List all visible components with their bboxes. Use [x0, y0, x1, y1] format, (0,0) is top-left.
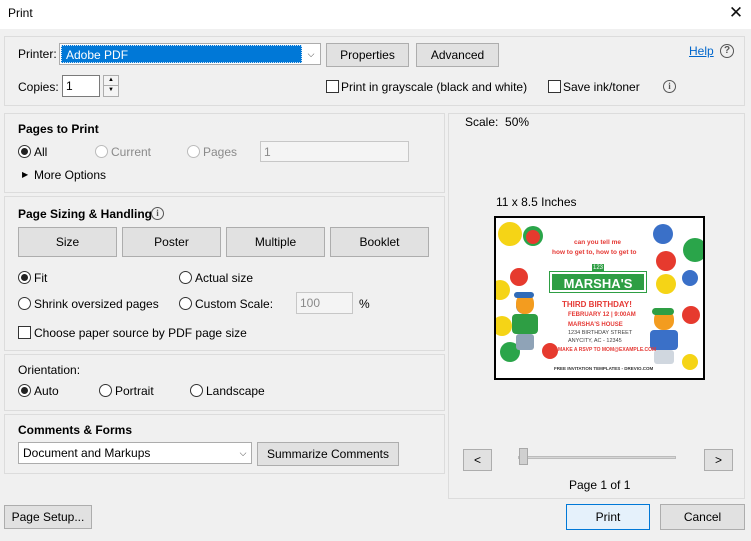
comments-dropdown[interactable]: Document and Markups ⌵	[18, 442, 252, 464]
cancel-button[interactable]: Cancel	[660, 504, 745, 530]
auto-orientation-radio[interactable]	[18, 384, 31, 397]
percent-label: %	[359, 297, 370, 311]
all-pages-radio[interactable]	[18, 145, 31, 158]
actual-size-label: Actual size	[195, 271, 254, 285]
decor-dot	[542, 343, 558, 359]
print-button[interactable]: Print	[566, 504, 650, 530]
previous-page-button[interactable]: <	[463, 449, 492, 471]
page-slider-thumb[interactable]	[519, 448, 528, 465]
shrink-radio[interactable]	[18, 297, 31, 310]
invite-venue: MARSHA'S HOUSE	[568, 322, 623, 328]
decor-dot	[682, 270, 698, 286]
decor-dot	[683, 238, 703, 262]
summarize-comments-button[interactable]: Summarize Comments	[257, 442, 399, 466]
orientation-heading: Orientation:	[18, 363, 81, 377]
decor-dot	[653, 224, 673, 244]
advanced-button[interactable]: Advanced	[416, 43, 499, 67]
invite-address2: ANYCITY, AC - 12345	[568, 338, 622, 344]
printer-label: Printer:	[18, 47, 57, 61]
current-page-radio[interactable]	[95, 145, 108, 158]
character-left-image	[510, 292, 542, 352]
save-ink-checkbox[interactable]	[548, 80, 561, 93]
invite-name: MARSHA'S	[549, 271, 647, 293]
window-title: Print	[8, 6, 33, 20]
paper-source-label: Choose paper source by PDF page size	[34, 326, 247, 340]
save-ink-label: Save ink/toner	[563, 80, 640, 94]
decor-dot	[496, 280, 510, 300]
page-setup-button[interactable]: Page Setup...	[4, 505, 92, 529]
portrait-label: Portrait	[115, 384, 154, 398]
next-page-button[interactable]: >	[704, 449, 733, 471]
comments-heading: Comments & Forms	[18, 423, 133, 437]
invite-address1: 1234 BIRTHDAY STREET	[568, 330, 633, 336]
copies-stepper[interactable]: ▲ ▼	[103, 75, 119, 97]
more-options-label[interactable]: More Options	[34, 168, 106, 182]
decor-dot	[526, 230, 540, 244]
printer-dropdown[interactable]: Adobe PDF ⌵	[59, 43, 321, 65]
page-preview: can you tell me how to get to, how to ge…	[494, 216, 705, 380]
copies-input[interactable]: 1	[62, 75, 100, 97]
pages-radio[interactable]	[187, 145, 200, 158]
expand-triangle-icon[interactable]: ▶	[22, 170, 28, 179]
decor-dot	[656, 251, 676, 271]
fit-label: Fit	[34, 271, 48, 285]
invite-rsvp: MAKE A RSVP TO MOM@EXAMPLE.COM	[558, 347, 657, 353]
help-icon[interactable]: ?	[720, 44, 734, 58]
fit-radio[interactable]	[18, 271, 31, 284]
invite-question-line1: can you tell me	[574, 239, 621, 246]
decor-dot	[498, 222, 522, 246]
grayscale-label: Print in grayscale (black and white)	[341, 80, 528, 94]
custom-scale-input[interactable]: 100	[296, 292, 353, 314]
chevron-down-icon: ⌵	[239, 447, 247, 458]
landscape-label: Landscape	[206, 384, 265, 398]
copies-label: Copies:	[18, 80, 59, 94]
current-page-label: Current	[111, 145, 152, 159]
invite-question-line2: how to get to, how to get to	[552, 249, 637, 256]
scale-readout: Scale: 50%	[465, 115, 530, 129]
pages-range-input[interactable]: 1	[260, 141, 409, 162]
paper-source-checkbox[interactable]	[18, 326, 31, 339]
shrink-label: Shrink oversized pages	[34, 297, 159, 311]
multiple-button[interactable]: Multiple	[226, 227, 325, 257]
booklet-button[interactable]: Booklet	[330, 227, 429, 257]
pages-label: Pages	[203, 145, 238, 159]
decor-dot	[656, 274, 676, 294]
help-link[interactable]: Help	[689, 44, 714, 58]
actual-size-radio[interactable]	[179, 271, 192, 284]
decor-dot	[682, 306, 700, 324]
poster-button[interactable]: Poster	[122, 227, 221, 257]
auto-orientation-label: Auto	[34, 384, 59, 398]
page-slider-track[interactable]	[518, 456, 676, 459]
close-icon[interactable]: ✕	[724, 2, 748, 24]
title-bar	[0, 0, 751, 29]
printer-selected-value: Adobe PDF	[61, 45, 302, 63]
comments-selected-value: Document and Markups	[23, 446, 151, 460]
invite-street-number: 123	[591, 263, 605, 272]
custom-scale-label: Custom Scale:	[195, 297, 274, 311]
portrait-radio[interactable]	[99, 384, 112, 397]
invite-footer: FREE INVITATION TEMPLATES - DREVIO.COM	[554, 366, 654, 371]
landscape-radio[interactable]	[190, 384, 203, 397]
decor-dot	[682, 354, 698, 370]
grayscale-checkbox[interactable]	[326, 80, 339, 93]
invite-occasion: THIRD BIRTHDAY!	[562, 300, 632, 309]
paper-size-label: 11 x 8.5 Inches	[496, 195, 577, 209]
invite-date: FEBRUARY 12 | 9:00AM	[568, 312, 636, 318]
decor-dot	[510, 268, 528, 286]
custom-scale-radio[interactable]	[179, 297, 192, 310]
stepper-up-icon[interactable]: ▲	[103, 75, 119, 86]
page-indicator: Page 1 of 1	[569, 478, 631, 492]
info-icon[interactable]: i	[663, 80, 676, 93]
character-right-image	[646, 308, 682, 366]
properties-button[interactable]: Properties	[326, 43, 409, 67]
stepper-down-icon[interactable]: ▼	[103, 86, 119, 97]
pages-to-print-heading: Pages to Print	[18, 122, 99, 136]
all-pages-label: All	[34, 145, 48, 159]
info-icon[interactable]: i	[151, 207, 164, 220]
page-sizing-heading: Page Sizing & Handling	[18, 207, 153, 221]
size-button[interactable]: Size	[18, 227, 117, 257]
chevron-down-icon: ⌵	[307, 48, 315, 59]
